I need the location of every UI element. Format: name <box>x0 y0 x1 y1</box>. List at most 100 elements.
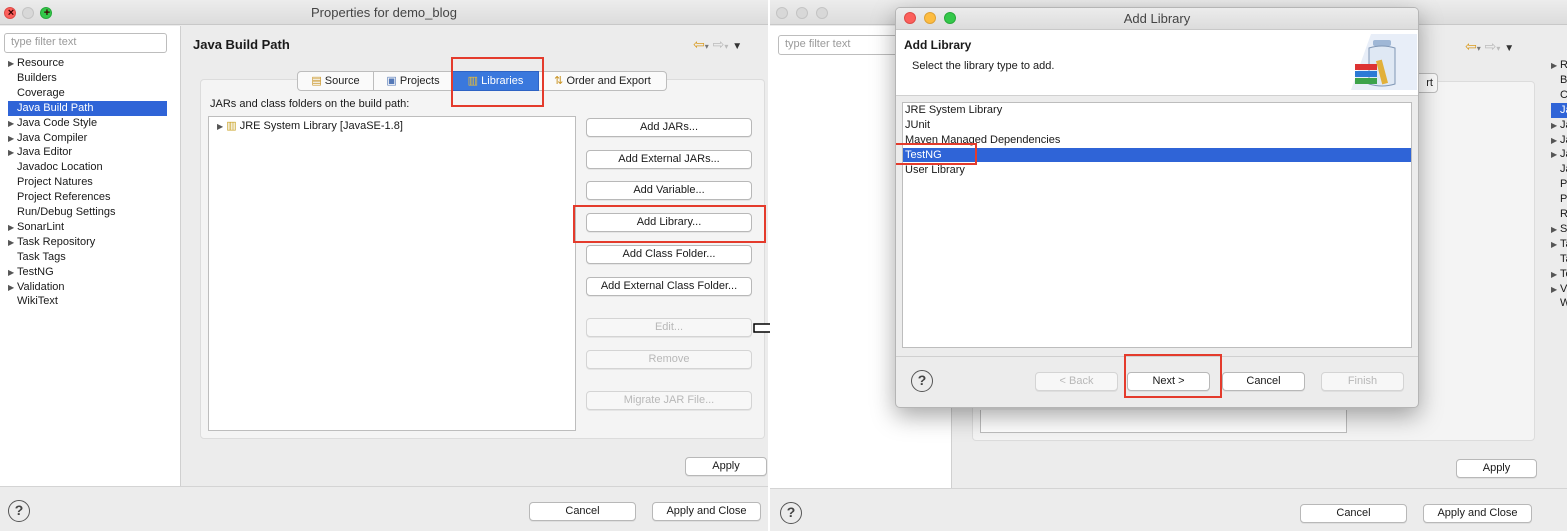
cancel-button-right[interactable]: Cancel <box>1300 504 1407 523</box>
sidebar-item-coverage[interactable]: Coverage <box>8 86 167 101</box>
forward-arrow-icon[interactable]: ⇨ <box>713 36 725 52</box>
sidebar-item-run-debug-settings[interactable]: Run/Debug Settings <box>8 205 167 220</box>
sidebar-item-java-editor-right[interactable]: ▶Java Editor <box>1551 147 1567 162</box>
sidebar-item-wikitext-right[interactable]: WikiText <box>1551 296 1567 311</box>
expand-arrow-icon[interactable]: ▶ <box>8 145 17 160</box>
sidebar-item-project-references-right[interactable]: Project References <box>1551 192 1567 207</box>
library-item-user-library[interactable]: User Library <box>903 163 1411 177</box>
sidebar-item-javadoc-location-right[interactable]: Javadoc Location <box>1551 162 1567 177</box>
add-variable-button[interactable]: Add Variable... <box>586 181 752 200</box>
expand-arrow-icon[interactable]: ▶ <box>8 131 17 146</box>
sidebar-item-project-natures-right[interactable]: Project Natures <box>1551 177 1567 192</box>
filter-input[interactable]: type filter text <box>4 33 167 53</box>
sidebar-item-builders-right[interactable]: Builders <box>1551 73 1567 88</box>
sidebar-item-validation[interactable]: ▶ Validation <box>8 280 167 295</box>
sidebar-item-sonarlint-right[interactable]: ▶SonarLint <box>1551 222 1567 237</box>
apply-button-right[interactable]: Apply <box>1456 459 1537 478</box>
expand-arrow-icon[interactable]: ▶ <box>1551 133 1560 148</box>
minimize-window-icon-right <box>796 7 808 19</box>
sidebar-item-task-repository-right[interactable]: ▶Task Repository <box>1551 237 1567 252</box>
expand-arrow-icon[interactable]: ▶ <box>1551 282 1560 297</box>
expand-arrow-icon[interactable]: ▶ <box>1551 58 1560 73</box>
zoom-window-icon[interactable]: + <box>40 7 52 19</box>
add-jars-button[interactable]: Add JARs... <box>586 118 752 137</box>
tab-source[interactable]: ▤ Source <box>297 71 374 91</box>
sidebar-item-label: Java Editor <box>17 146 73 159</box>
sidebar-item-resource[interactable]: ▶ Resource <box>8 56 167 71</box>
build-path-list[interactable]: ▶ ▥ JRE System Library [JavaSE-1.8] <box>208 116 576 431</box>
cancel-button[interactable]: Cancel <box>529 502 636 521</box>
dialog-cancel-button[interactable]: Cancel <box>1222 372 1305 391</box>
window-titlebar: Properties for demo_blog <box>0 0 768 25</box>
sidebar-item-testng-right[interactable]: ▶TestNG <box>1551 267 1567 282</box>
expand-arrow-icon[interactable]: ▶ <box>1551 147 1560 162</box>
sidebar-item-java-build-path[interactable]: Java Build Path <box>8 100 167 116</box>
sidebar-item-java-code-style-right[interactable]: ▶Java Code Style <box>1551 118 1567 133</box>
tab-order-export[interactable]: ⇅ Order and Export <box>539 71 667 91</box>
back-arrow-icon[interactable]: ⇦ <box>1465 38 1477 54</box>
apply-and-close-button-right[interactable]: Apply and Close <box>1423 504 1532 523</box>
sidebar-item-java-editor[interactable]: ▶ Java Editor <box>8 145 167 160</box>
expand-arrow-icon[interactable]: ▶ <box>1551 267 1560 282</box>
view-menu-icon[interactable]: ▼ <box>732 41 742 52</box>
help-icon[interactable]: ? <box>8 500 30 522</box>
sidebar-item-validation-right[interactable]: ▶Validation <box>1551 282 1567 297</box>
forward-arrow-icon[interactable]: ⇨ <box>1485 38 1497 54</box>
sidebar-item-coverage-right[interactable]: Coverage <box>1551 88 1567 103</box>
back-arrow-icon[interactable]: ⇦ <box>693 36 705 52</box>
library-item-maven-managed-dependencies[interactable]: Maven Managed Dependencies <box>903 133 1411 147</box>
expand-arrow-icon[interactable]: ▶ <box>8 56 17 71</box>
sidebar-item-task-tags[interactable]: Task Tags <box>8 250 167 265</box>
sidebar-item-task-repository[interactable]: ▶ Task Repository <box>8 235 167 250</box>
expand-arrow-icon[interactable]: ▶ <box>1551 237 1560 252</box>
sidebar-item-testng[interactable]: ▶ TestNG <box>8 265 167 280</box>
projects-icon: ▣ <box>386 75 397 87</box>
sidebar-item-java-build-path-right[interactable]: Java Build Path <box>1551 102 1567 118</box>
sidebar-item-sonarlint[interactable]: ▶ SonarLint <box>8 220 167 235</box>
sidebar-item-javadoc-location[interactable]: Javadoc Location <box>8 160 167 175</box>
sidebar-item-label: Project Natures <box>1560 178 1567 191</box>
dialog-close-icon[interactable] <box>904 12 916 24</box>
expand-arrow-icon[interactable]: ▶ <box>8 280 17 295</box>
sidebar-item-java-code-style[interactable]: ▶ Java Code Style <box>8 116 167 131</box>
sidebar-item-java-compiler[interactable]: ▶ Java Compiler <box>8 131 167 146</box>
expand-arrow-icon[interactable]: ▶ <box>217 122 223 131</box>
sidebar-item-wikitext[interactable]: WikiText <box>8 294 167 309</box>
sidebar-item-task-tags-right[interactable]: Task Tags <box>1551 252 1567 267</box>
jre-library-entry[interactable]: ▶ ▥ JRE System Library [JavaSE-1.8] <box>217 119 403 134</box>
expand-arrow-icon[interactable]: ▶ <box>8 265 17 280</box>
sidebar-item-label: Javadoc Location <box>17 161 103 174</box>
library-item-junit[interactable]: JUnit <box>903 118 1411 132</box>
sidebar-item-label: Java Build Path <box>17 101 94 114</box>
finish-button[interactable]: Finish <box>1321 372 1404 391</box>
sidebar-item-resource-right[interactable]: ▶Resource <box>1551 58 1567 73</box>
dialog-help-icon[interactable]: ? <box>911 370 933 392</box>
add-external-class-folder-button[interactable]: Add External Class Folder... <box>586 277 752 296</box>
edit-button[interactable]: Edit... <box>586 318 752 337</box>
apply-button[interactable]: Apply <box>685 457 767 476</box>
expand-arrow-icon[interactable]: ▶ <box>8 116 17 131</box>
sidebar-item-project-natures[interactable]: Project Natures <box>8 175 167 190</box>
library-item-testng[interactable]: TestNG <box>903 148 1411 162</box>
back-button[interactable]: < Back <box>1035 372 1118 391</box>
sidebar-item-project-references[interactable]: Project References <box>8 190 167 205</box>
minimize-window-icon <box>22 7 34 19</box>
sidebar-item-run-debug-settings-right[interactable]: Run/Debug Settings <box>1551 207 1567 222</box>
sidebar-item-java-compiler-right[interactable]: ▶Java Compiler <box>1551 133 1567 148</box>
sidebar-item-builders[interactable]: Builders <box>8 71 167 86</box>
nav-history-arrows: ⇦▾ ⇨▾ ▼ <box>693 36 743 52</box>
library-item-jre-system-library[interactable]: JRE System Library <box>903 103 1411 117</box>
view-menu-icon[interactable]: ▼ <box>1504 43 1514 54</box>
remove-button[interactable]: Remove <box>586 350 752 369</box>
tab-projects[interactable]: ▣ Projects <box>374 71 453 91</box>
add-class-folder-button[interactable]: Add Class Folder... <box>586 245 752 264</box>
apply-and-close-button[interactable]: Apply and Close <box>652 502 761 521</box>
expand-arrow-icon[interactable]: ▶ <box>8 220 17 235</box>
help-icon-right[interactable]: ? <box>780 502 802 524</box>
close-window-icon[interactable]: × <box>4 7 16 19</box>
expand-arrow-icon[interactable]: ▶ <box>8 235 17 250</box>
expand-arrow-icon[interactable]: ▶ <box>1551 222 1560 237</box>
add-external-jars-button[interactable]: Add External JARs... <box>586 150 752 169</box>
migrate-jar-file-button[interactable]: Migrate JAR File... <box>586 391 752 410</box>
expand-arrow-icon[interactable]: ▶ <box>1551 118 1560 133</box>
